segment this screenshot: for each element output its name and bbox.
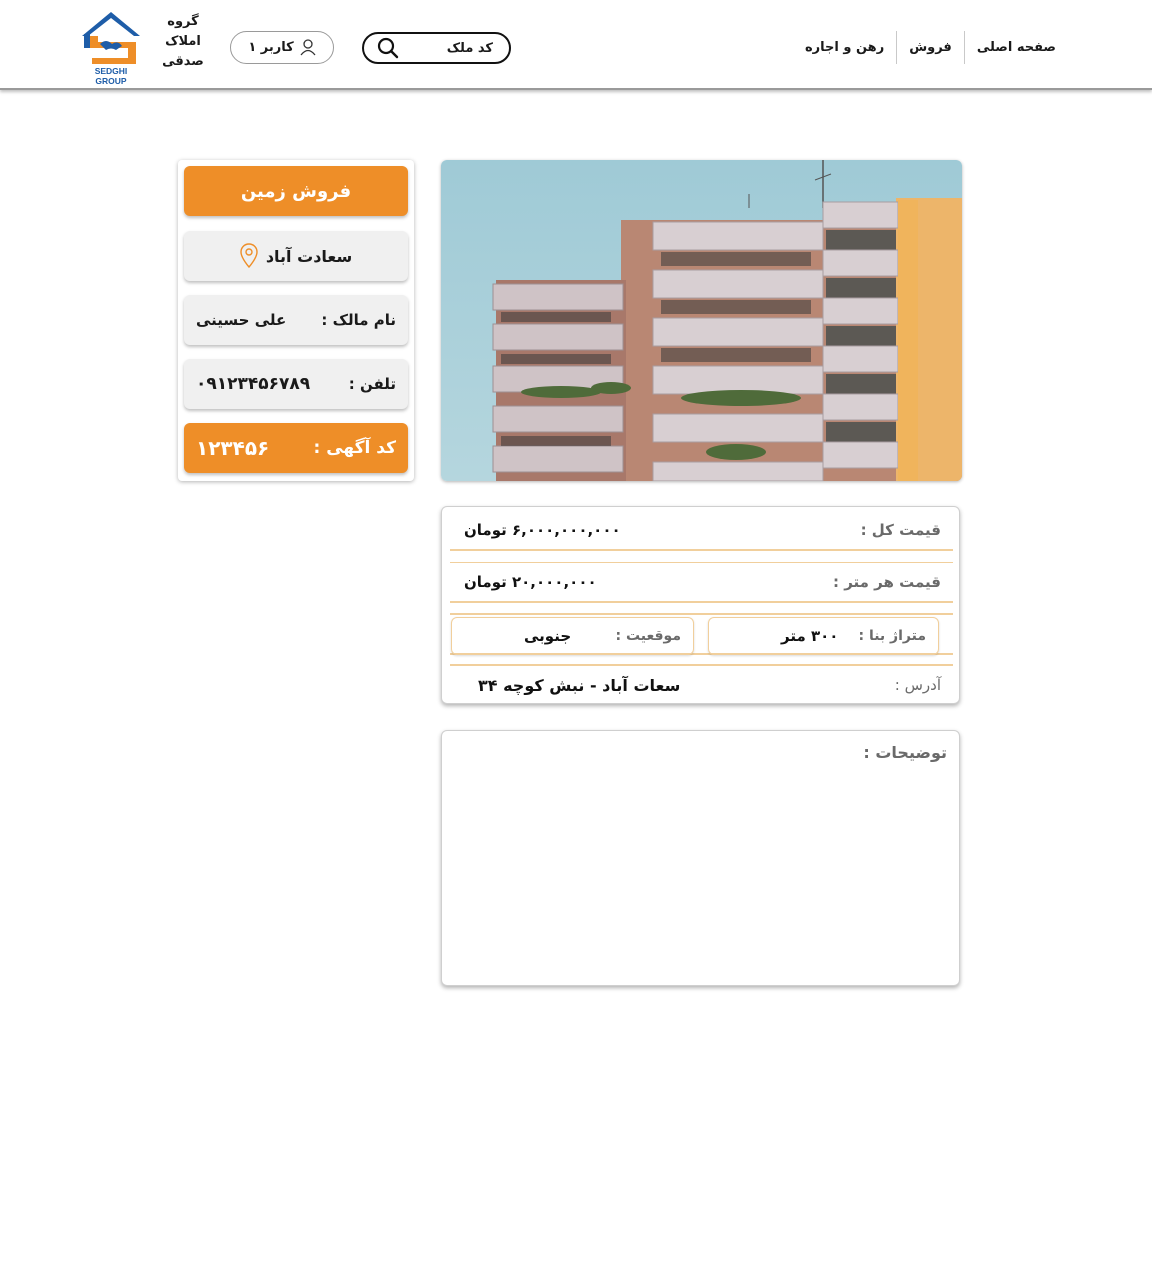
position-value: جنوبی xyxy=(524,627,572,645)
area-label: متراژ بنا : xyxy=(858,628,926,644)
area-position-row: متراژ بنا : ۳۰۰ متر موقعیت : جنوبی xyxy=(450,613,953,655)
owner-name-row: نام مالک : علی حسینی xyxy=(184,295,408,345)
owner-label: نام مالک : xyxy=(321,311,396,329)
nav-divider xyxy=(963,31,965,64)
nav-rent[interactable]: رهن و اجاره xyxy=(793,31,896,64)
search-placeholder: کد ملک xyxy=(446,40,493,56)
area-box: متراژ بنا : ۳۰۰ متر xyxy=(708,617,939,655)
position-box: موقعیت : جنوبی xyxy=(451,617,694,655)
brand-line-1: گروه xyxy=(167,14,199,29)
top-header: SEDGHI GROUP گروه املاک صدقی کاربر ۱ کد … xyxy=(0,0,1152,90)
brand-name: گروه املاک صدقی xyxy=(158,12,208,72)
price-per-meter-value: ۲۰,۰۰۰,۰۰۰ تومان xyxy=(464,573,597,591)
ad-code-row: کد آگهی : ۱۲۳۴۵۶ xyxy=(184,423,408,473)
map-pin-icon xyxy=(240,243,258,269)
nav-home[interactable]: صفحه اصلی xyxy=(965,31,1068,64)
owner-value: علی حسینی xyxy=(196,311,287,329)
property-code-search[interactable]: کد ملک xyxy=(362,32,511,64)
description-label: توضیحات : xyxy=(863,743,947,762)
description-card: توضیحات : xyxy=(441,730,960,986)
location-name: سعادت آباد xyxy=(265,246,353,266)
address-label: آدرس : xyxy=(894,676,941,694)
user-label: کاربر ۱ xyxy=(248,40,294,55)
phone-row: تلفن : ۰۹۱۲۳۴۵۶۷۸۹ xyxy=(184,359,408,409)
logo-caption: SEDGHI GROUP xyxy=(94,66,128,86)
total-price-label: قیمت کل : xyxy=(860,521,941,539)
search-icon[interactable] xyxy=(376,36,400,60)
user-icon xyxy=(300,39,316,56)
phone-label: تلفن : xyxy=(348,375,396,393)
sedghi-group-logo[interactable]: SEDGHI GROUP xyxy=(78,8,144,86)
location-box: سعادت آباد xyxy=(184,231,408,281)
ad-code-value: ۱۲۳۴۵۶ xyxy=(196,436,270,460)
total-price-value: ۶,۰۰۰,۰۰۰,۰۰۰ تومان xyxy=(464,521,621,539)
listing-summary-panel: فروش زمین سعادت آباد نام مالک : علی حسین… xyxy=(178,160,414,481)
brand-line-3: صدقی xyxy=(162,54,204,69)
area-value: ۳۰۰ متر xyxy=(781,627,839,645)
main-nav: صفحه اصلی فروش رهن و اجاره xyxy=(793,31,1068,64)
nav-sale[interactable]: فروش xyxy=(897,31,964,64)
price-per-meter-row: قیمت هر متر : ۲۰,۰۰۰,۰۰۰ تومان xyxy=(450,563,953,603)
price-per-meter-label: قیمت هر متر : xyxy=(832,573,941,591)
phone-value[interactable]: ۰۹۱۲۳۴۵۶۷۸۹ xyxy=(196,374,310,394)
ad-code-label: کد آگهی : xyxy=(313,438,396,458)
address-row: آدرس : سعات آباد - نبش کوچه ۳۴ xyxy=(450,664,953,704)
position-label: موقعیت : xyxy=(615,628,681,644)
total-price-row: قیمت کل : ۶,۰۰۰,۰۰۰,۰۰۰ تومان xyxy=(450,511,953,551)
nav-divider xyxy=(896,31,898,64)
user-account-button[interactable]: کاربر ۱ xyxy=(230,31,334,64)
listing-type-banner: فروش زمین xyxy=(184,166,408,216)
price-details-card: قیمت کل : ۶,۰۰۰,۰۰۰,۰۰۰ تومان قیمت هر مت… xyxy=(441,506,960,704)
property-photo[interactable] xyxy=(441,160,962,481)
listing-title: فروش زمین xyxy=(240,180,352,202)
address-value: سعات آباد - نبش کوچه ۳۴ xyxy=(478,675,681,695)
brand-line-2: املاک xyxy=(165,34,201,49)
